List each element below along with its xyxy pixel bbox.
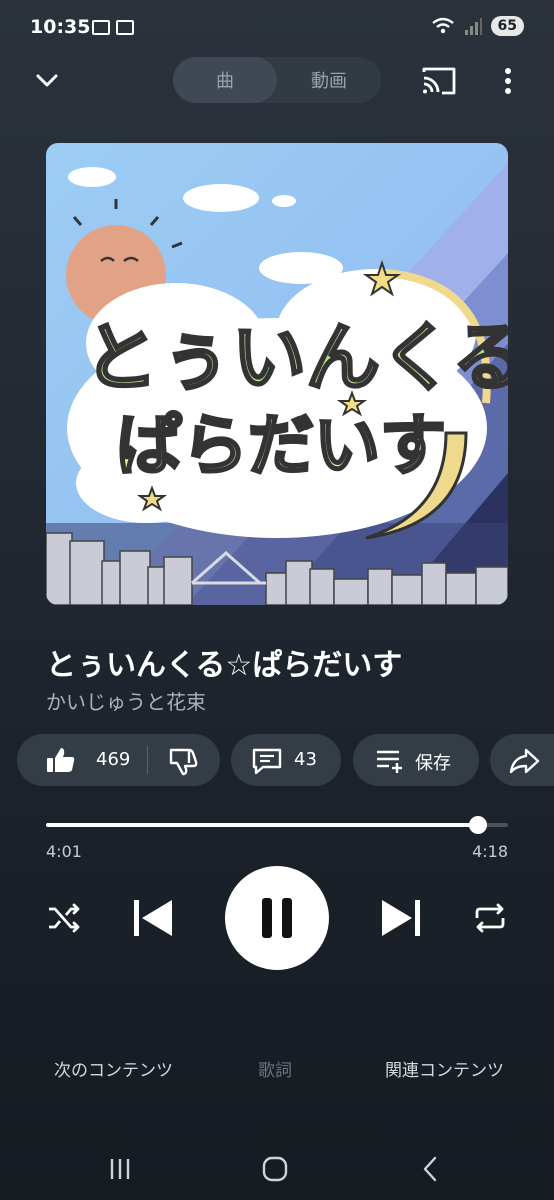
song-title: とぅいんくる☆ぱらだいす (46, 648, 403, 683)
share-button[interactable] (490, 734, 554, 786)
notification-icons (92, 20, 134, 35)
cast-icon (422, 67, 456, 95)
tab-up-next[interactable]: 次のコンテンツ (54, 1056, 173, 1081)
cast-button[interactable] (420, 64, 458, 98)
home-button[interactable] (260, 1154, 290, 1184)
album-artwork: とぅいんくる ぱらだいす (46, 143, 508, 605)
song-video-toggle: 曲 動画 (173, 57, 381, 103)
mail-icon (116, 20, 134, 35)
like-button[interactable] (45, 746, 77, 779)
repeat-button[interactable] (472, 900, 508, 936)
system-nav-bar (0, 1140, 554, 1200)
shuffle-button[interactable] (46, 900, 82, 936)
home-icon (262, 1156, 288, 1182)
more-vert-icon (505, 68, 511, 94)
thumbs-down-icon (169, 748, 198, 776)
tab-lyrics[interactable]: 歌詞 (258, 1056, 292, 1081)
elapsed-time: 4:01 (46, 842, 82, 861)
skip-next-icon (382, 900, 420, 936)
like-count: 469 (96, 749, 131, 770)
like-dislike-pill: 469 (17, 734, 220, 786)
tab-song[interactable]: 曲 (173, 57, 277, 103)
share-icon (508, 747, 540, 780)
chevron-down-icon (36, 74, 58, 87)
battery-indicator: 65 (490, 16, 524, 36)
pause-icon (262, 898, 292, 938)
wifi-icon (431, 17, 454, 34)
artwork-logo-line2: ぱらだいす (116, 407, 446, 484)
artwork-logo-line1: とぅいんくる (84, 315, 508, 401)
collapse-button[interactable] (30, 64, 64, 98)
recent-apps-button[interactable] (105, 1154, 135, 1184)
artwork-illustration: とぅいんくる ぱらだいす (46, 143, 508, 605)
tab-video[interactable]: 動画 (277, 57, 381, 103)
back-button[interactable] (416, 1154, 446, 1184)
pill-divider (147, 746, 148, 774)
status-right: 65 (431, 16, 524, 36)
artist-name[interactable]: かいじゅうと花束 (46, 686, 206, 715)
status-time: 10:35 (30, 16, 91, 38)
skip-previous-icon (134, 900, 172, 936)
pause-button[interactable] (225, 866, 329, 970)
status-bar: 10:35 65 (0, 0, 554, 56)
next-button[interactable] (378, 896, 424, 940)
player-top-bar: 曲 動画 (0, 56, 554, 106)
action-row: 469 43 保存 (0, 734, 554, 788)
previous-button[interactable] (130, 896, 176, 940)
signal-icon (464, 18, 482, 35)
shuffle-icon (49, 903, 80, 933)
repeat-icon (475, 903, 505, 933)
message-icon (92, 20, 110, 35)
progress-knob[interactable] (468, 816, 487, 834)
back-icon (423, 1156, 437, 1182)
total-time: 4:18 (472, 842, 508, 861)
comment-icon (251, 747, 283, 780)
more-options-button[interactable] (496, 64, 520, 98)
comment-count: 43 (294, 749, 317, 770)
dislike-button[interactable] (167, 746, 199, 781)
progress-bar[interactable] (46, 816, 508, 834)
bottom-tabs: 次のコンテンツ 歌詞 関連コンテンツ (0, 1050, 554, 1086)
progress-fill (46, 823, 478, 827)
playlist-add-icon (375, 748, 405, 779)
save-button[interactable]: 保存 (353, 734, 479, 786)
comments-button[interactable]: 43 (231, 734, 341, 786)
tab-related[interactable]: 関連コンテンツ (385, 1056, 504, 1081)
thumbs-up-icon (47, 748, 75, 772)
recent-apps-icon (110, 1159, 130, 1179)
save-label: 保存 (415, 753, 451, 774)
